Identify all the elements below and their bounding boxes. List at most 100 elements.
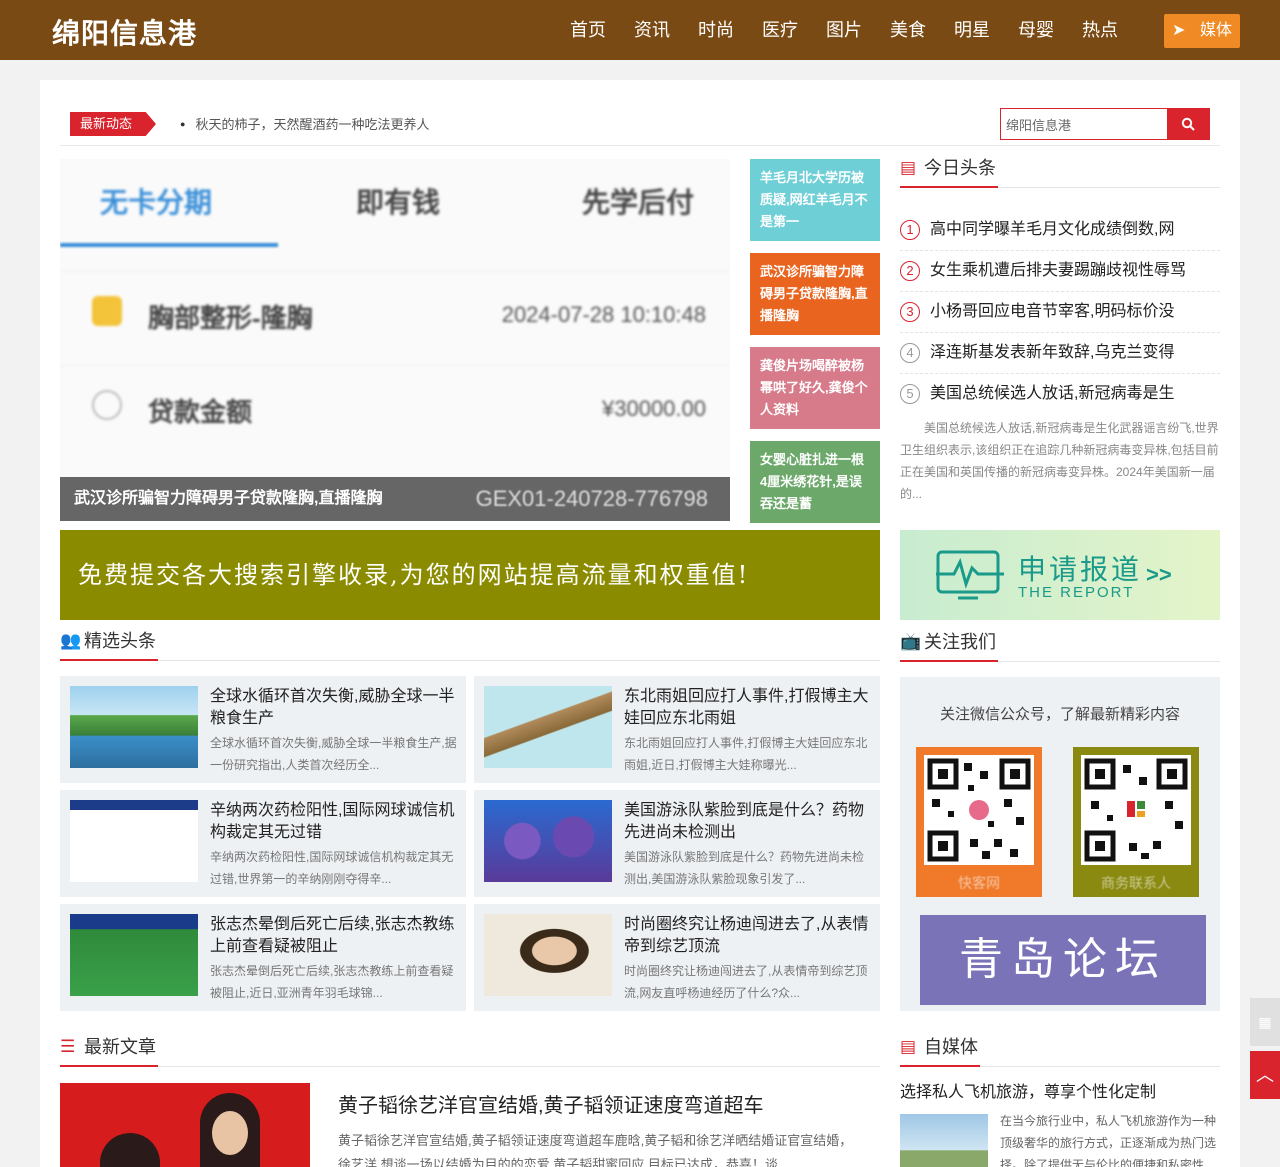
qr-code-float-button[interactable]: ▦ [1250,998,1280,1046]
slider-tab: 先学后付 [582,187,695,218]
slider-row-value: ¥30000.00 [602,396,706,421]
slider-image-tabs: 无卡分期 即有钱 先学后付 [60,159,730,249]
article-thumbnail [70,914,198,996]
article-thumbnail [60,1083,310,1167]
article-title: 黄子韬徐艺洋官宣结婚,黄子韬领证速度弯道超车 [338,1095,764,1117]
today-headline-list: 1 高中同学曝羊毛月文化成绩倒数,网 2 女生乘机遭后排夫妻踢蹦歧视性辱骂 3 小杨哥… [900,210,1220,415]
media-button-label: 媒体 [1199,22,1232,39]
ticker-headline[interactable]: 秋天的柿子，天然醒酒药一种吃法更养人 [180,114,429,133]
back-to-top-button[interactable]: ︿ [1250,1051,1280,1099]
search-input[interactable] [1001,109,1165,139]
wallet-icon [92,296,122,326]
top-navbar: 绵阳信息港 首页 资讯 时尚 医疗 图片 美食 明星 母婴 热点 ➤ 媒体 [0,0,1280,60]
article-summary: 黄子韬徐艺洋官宣结婚,黄子韬领证速度弯道超车鹿晗,黄子韬和徐艺洋晒结婚证官宣结婚… [338,1133,853,1167]
article-summary: 全球水循环首次失衡,威胁全球一半粮食生产,据一份研究指出,人类首次经历全... [210,736,457,772]
nav-item-food[interactable]: 美食 [876,0,940,60]
qr-card-business[interactable]: 商务联系人 [1073,747,1199,897]
nav-item-news[interactable]: 资讯 [620,0,684,60]
nav-item-fashion[interactable]: 时尚 [684,0,748,60]
site-logo[interactable]: 绵阳信息港 [52,12,197,52]
report-banner[interactable]: 申请报道 THE REPORT >> [900,530,1220,620]
article-thumbnail [484,686,612,768]
headline-tile[interactable]: 武汉诊所骗智力障碍男子贷款隆胸,直播隆胸 [750,253,880,335]
list-item[interactable]: 4 泽连斯基发表新年致辞,乌克兰变得 [900,333,1220,374]
list-item[interactable]: 1 高中同学曝羊毛月文化成绩倒数,网 [900,210,1220,251]
nav-item-home[interactable]: 首页 [556,0,620,60]
list-item[interactable]: 5 美国总统候选人放话,新冠病毒是生 [900,374,1220,415]
rank-number: 4 [900,343,920,363]
latest-news-tag: 最新动态 [70,112,156,136]
qr-code-icon [924,755,1034,865]
article-summary: 时尚圈终究让杨迪闯进去了,从表情帝到综艺顶流,网友直呼杨迪经历了什么?众... [624,964,868,1000]
zimeiti-article-title[interactable]: 选择私人飞机旅游，尊享个性化定制 [900,1078,1156,1102]
qr-code-icon [1081,755,1191,865]
nav-item-pictures[interactable]: 图片 [812,0,876,60]
article-title: 美国游泳队紫脸到底是什么？药物先进尚未检测出 [624,802,865,841]
rank-number: 2 [900,261,920,281]
headline-tile[interactable]: 羊毛月北大学历被质疑,网红羊毛月不是第一 [750,159,880,241]
nav-item-stars[interactable]: 明星 [940,0,1004,60]
news-ticker: 最新动态 秋天的柿子，天然醒酒药一种吃法更养人 [60,100,1220,146]
zimeiti-thumbnail[interactable] [900,1114,988,1167]
slider-tab: 即有钱 [356,187,441,218]
section-header-today: ▤ 今日头条 [900,156,1220,188]
article-card[interactable]: 全球水循环首次失衡,威胁全球一半粮食生产 全球水循环首次失衡,威胁全球一半粮食生… [60,676,466,783]
article-summary: 张志杰晕倒后死亡后续,张志杰教练上前查看疑被阻止,近日,亚洲青年羽毛球锦... [210,964,454,1000]
section-title: 今日头条 [900,156,998,188]
headline-tile[interactable]: 龚俊片场喝醉被杨幂哄了好久,龚俊个人资料 [750,347,880,429]
headline-tile[interactable]: 女婴心脏扎进一根4厘米绣花针,是误吞还是蓄 [750,441,880,523]
double-arrow-icon: >> [1146,562,1172,587]
list-item-title: 女生乘机遭后排夫妻踢蹦歧视性辱骂 [930,262,1187,279]
nav-item-baby[interactable]: 母婴 [1004,0,1068,60]
search-icon [1181,117,1195,131]
list-item-title: 美国总统候选人放话,新冠病毒是生 [930,385,1175,402]
article-card[interactable]: 东北雨姐回应打人事件,打假博主大娃回应东北雨姐 东北雨姐回应打人事件,打假博主大… [474,676,880,783]
slider-image-row: 胸部整形-隆胸 2024-07-28 10:10:48 [60,271,730,361]
section-header-featured: 👥 精选头条 [60,629,880,661]
rank-number: 1 [900,220,920,240]
article-card[interactable]: 美国游泳队紫脸到底是什么？药物先进尚未检测出 美国游泳队紫脸到底是什么？药物先进… [474,790,880,897]
main-nav: 首页 资讯 时尚 医疗 图片 美食 明星 母婴 热点 [556,0,1132,60]
article-thumbnail [70,686,198,768]
slider-image-code: GEX01-240728-776798 [475,486,708,511]
section-header-zimeiti: ▤ 自媒体 [900,1035,1220,1067]
follow-description: 关注微信公众号，了解最新精彩内容 [939,706,1180,723]
seo-banner[interactable]: 免费提交各大搜索引擎收录,为您的网站提高流量和权重值! [60,530,880,620]
featured-slider[interactable]: 无卡分期 即有钱 先学后付 胸部整形-隆胸 2024-07-28 10:10:4… [60,159,730,521]
article-card[interactable]: 辛纳两次药检阳性,国际网球诚信机构裁定其无过错 辛纳两次药检阳性,国际网球诚信机… [60,790,466,897]
section-title: 精选头条 [60,629,158,661]
qr-label: 快客网 [958,875,1000,891]
follow-us-panel: 关注微信公众号，了解最新精彩内容 快客网 商务联系人 青岛论坛 [900,677,1220,1011]
slider-tab: 无卡分期 [100,187,213,218]
nav-item-hot[interactable]: 热点 [1068,0,1132,60]
article-thumbnail [70,800,198,882]
zimeiti-summary: 在当今旅行业中，私人飞机旅游作为一种顶级奢华的旅行方式，正逐渐成为热门选择。除了… [1000,1114,1217,1167]
nav-item-medical[interactable]: 医疗 [748,0,812,60]
qingdao-forum-banner[interactable]: 青岛论坛 [920,915,1206,1005]
qr-card-kuaike[interactable]: 快客网 [916,747,1042,897]
search-box [1000,108,1210,140]
report-title: 申请报道 [1018,554,1143,585]
media-button[interactable]: ➤ 媒体 [1164,14,1240,48]
list-item[interactable]: 3 小杨哥回应电音节宰客,明码标价没 [900,292,1220,333]
article-thumbnail [484,800,612,882]
list-item-title: 小杨哥回应电音节宰客,明码标价没 [930,303,1175,320]
rank-number: 5 [900,384,920,404]
latest-article[interactable]: 黄子韬徐艺洋官宣结婚,黄子韬领证速度弯道超车 黄子韬徐艺洋官宣结婚,黄子韬领证速… [60,1083,880,1167]
article-title: 张志杰晕倒后死亡后续,张志杰教练上前查看疑被阻止 [210,916,455,955]
list-item[interactable]: 2 女生乘机遭后排夫妻踢蹦歧视性辱骂 [900,251,1220,292]
section-title: 最新文章 [60,1035,158,1067]
list-item-title: 高中同学曝羊毛月文化成绩倒数,网 [930,221,1175,238]
slider-tab-underline [60,243,278,247]
article-card[interactable]: 时尚圈终究让杨迪闯进去了,从表情帝到综艺顶流 时尚圈终究让杨迪闯进去了,从表情帝… [474,904,880,1011]
list-item-title: 泽连斯基发表新年致辞,乌克兰变得 [930,344,1175,361]
slider-image-row: 贷款金额 ¥30000.00 [60,365,730,455]
article-card[interactable]: 张志杰晕倒后死亡后续,张志杰教练上前查看疑被阻止 张志杰晕倒后死亡后续,张志杰教… [60,904,466,1011]
article-title: 时尚圈终究让杨迪闯进去了,从表情帝到综艺顶流 [624,916,869,955]
qr-label: 商务联系人 [1101,875,1171,891]
report-subtitle: THE REPORT [1018,584,1135,601]
paper-plane-icon: ➤ [1172,22,1186,39]
slider-row-value: 2024-07-28 10:10:48 [501,302,706,327]
search-button[interactable] [1167,109,1209,139]
article-summary: 美国游泳队紫脸到底是什么？药物先进尚未检测出,美国游泳队紫脸现象引发了... [624,850,865,886]
